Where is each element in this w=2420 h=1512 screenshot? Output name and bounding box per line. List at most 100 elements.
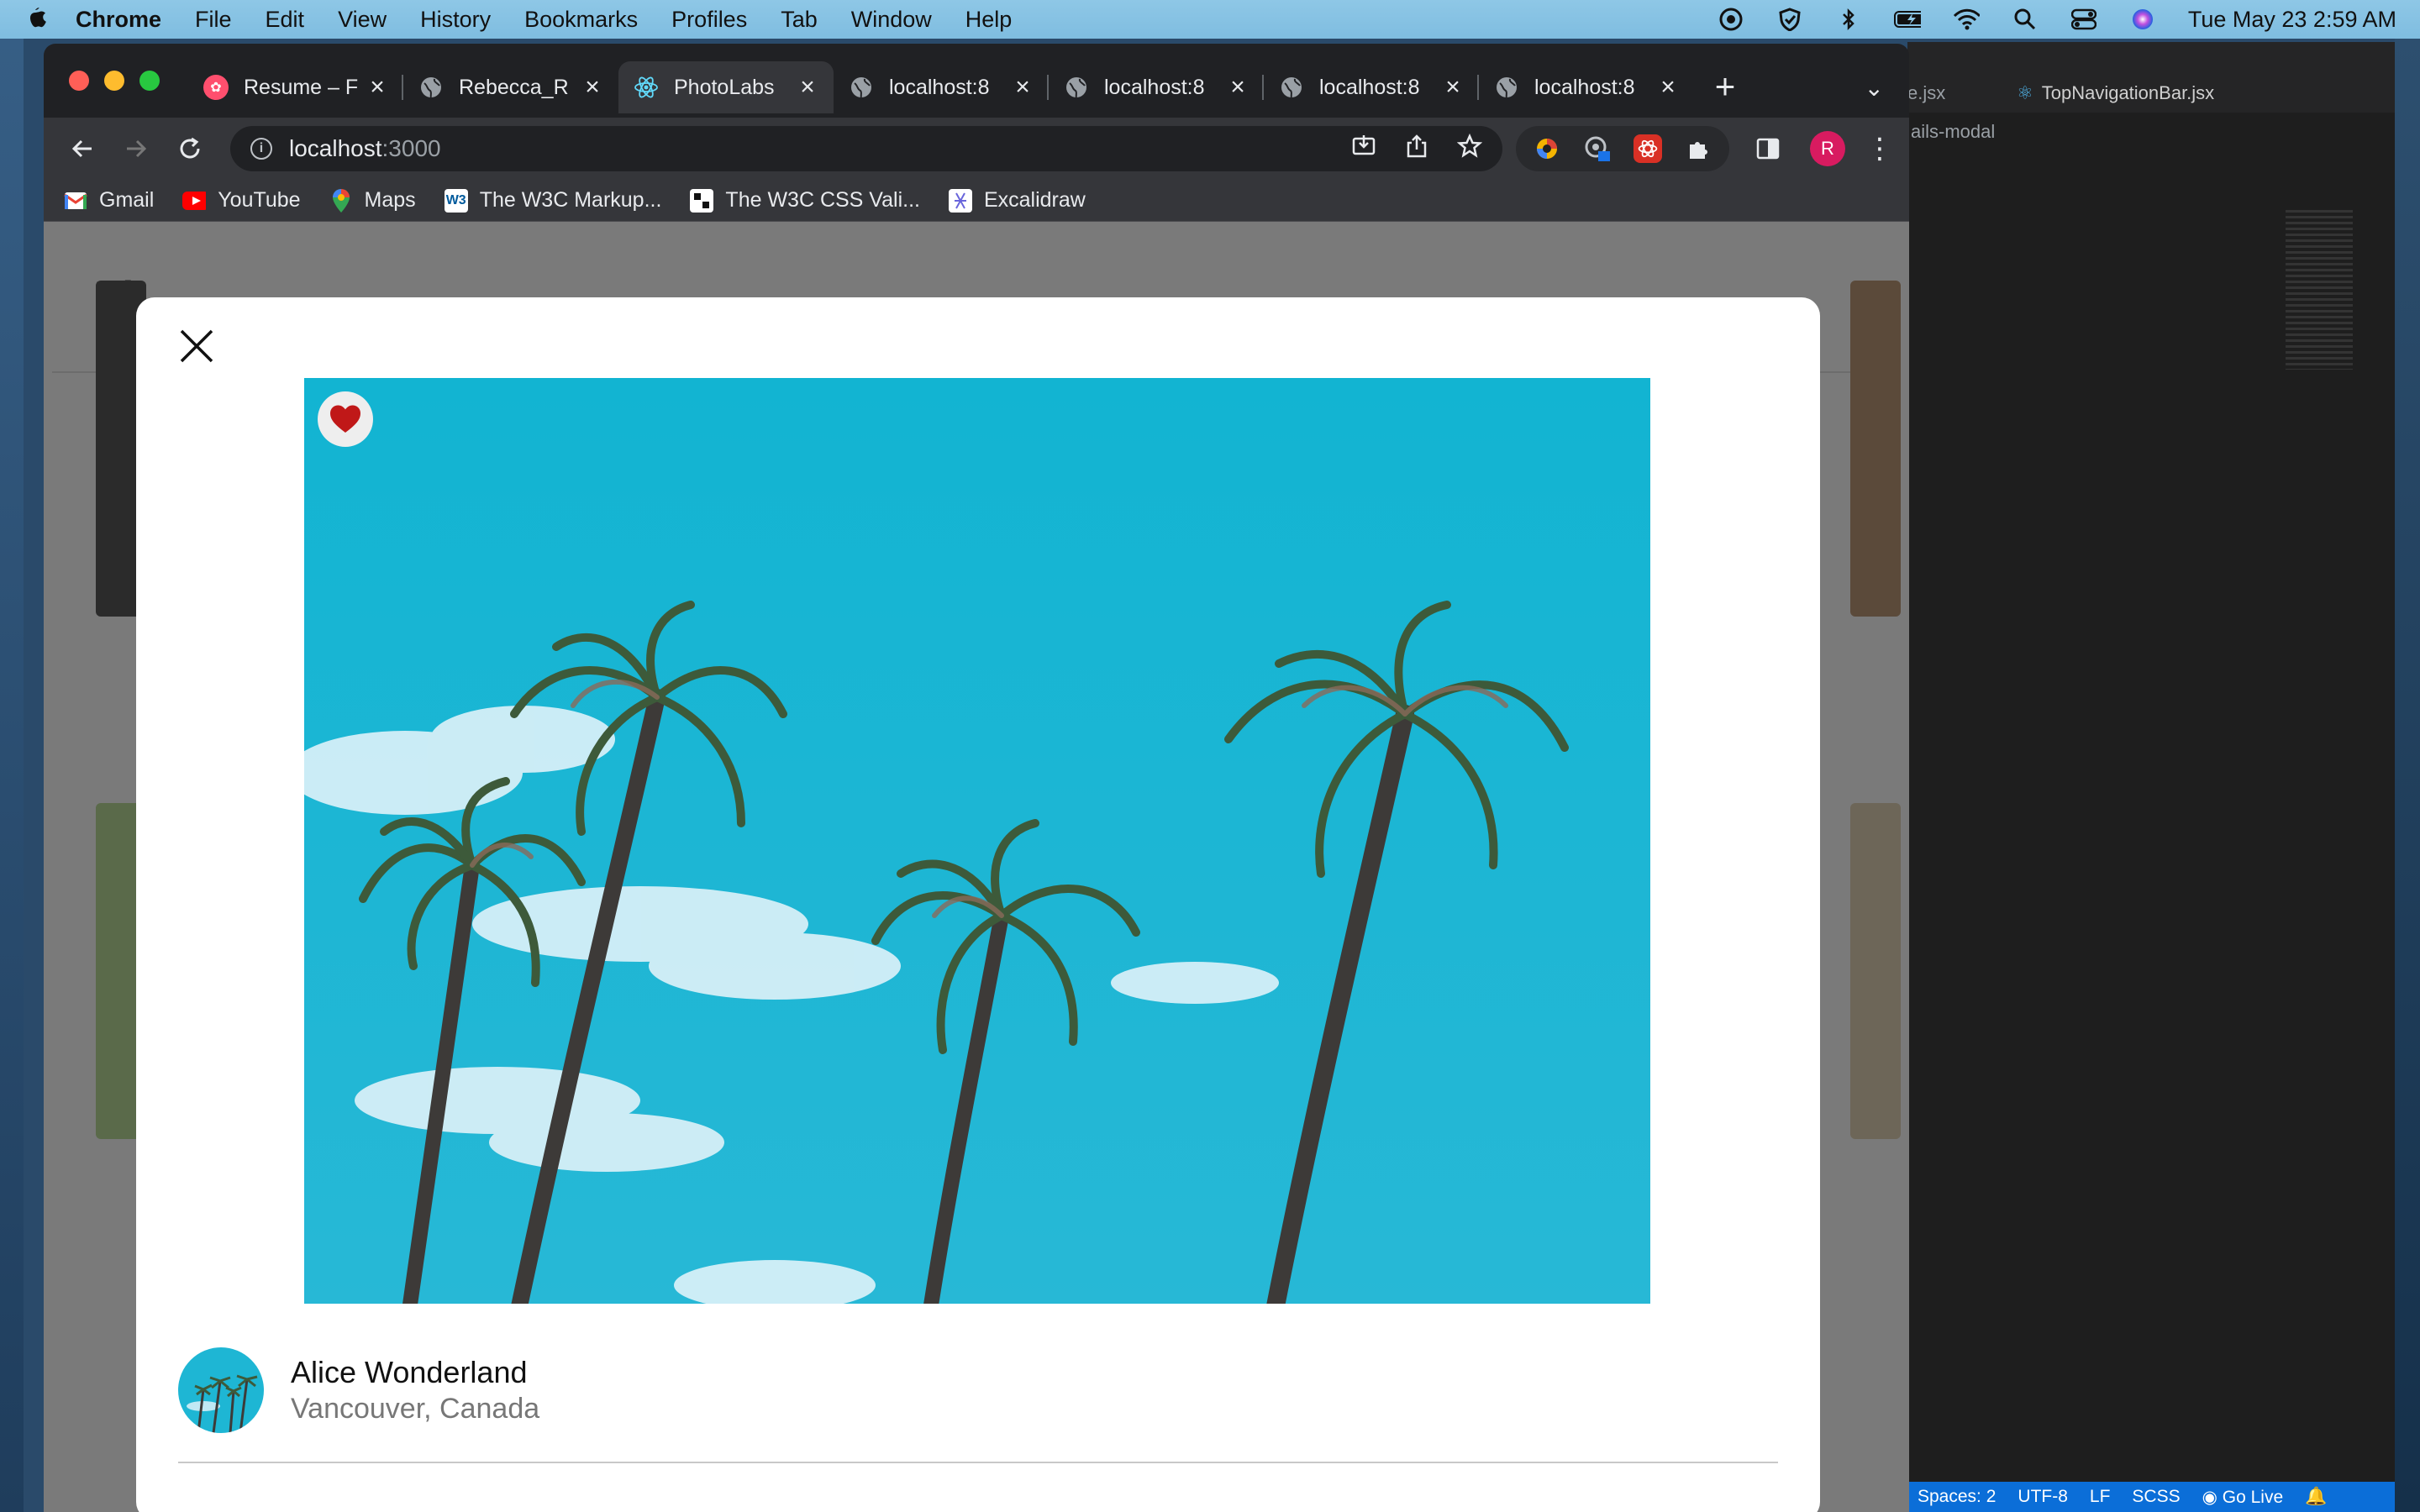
tab-photolabs[interactable]: PhotoLabs × xyxy=(618,61,834,113)
tab-localhost-2[interactable]: localhost:8 × xyxy=(1049,61,1264,113)
tab-close-icon[interactable]: × xyxy=(1227,73,1249,102)
bookmark-label: YouTube xyxy=(218,188,301,212)
tab-strip: ✿ Resume – F × Rebecca_R × PhotoLabs × l… xyxy=(44,44,1909,118)
menu-window[interactable]: Window xyxy=(851,7,932,33)
menubar-clock[interactable]: Tue May 23 2:59 AM xyxy=(2188,7,2396,33)
globe-icon xyxy=(418,75,444,100)
modal-photo[interactable] xyxy=(304,378,1650,1304)
menu-help[interactable]: Help xyxy=(965,7,1013,33)
minimize-window-button[interactable] xyxy=(104,71,124,91)
menu-history[interactable]: History xyxy=(420,7,491,33)
address-bar[interactable]: i localhost:3000 xyxy=(230,126,1502,171)
color-picker-extension-icon[interactable] xyxy=(1533,134,1561,163)
youtube-icon xyxy=(182,189,207,213)
screen-record-icon[interactable] xyxy=(1718,8,1744,31)
menu-app-name[interactable]: Chrome xyxy=(76,7,161,33)
notifications-bell-icon[interactable]: 🔔 xyxy=(2305,1487,2327,1507)
react-file-icon: ⚛ xyxy=(2017,82,2033,103)
new-tab-button[interactable]: + xyxy=(1704,66,1746,108)
spotlight-search-icon[interactable] xyxy=(2012,8,2039,31)
profile-photo-icon xyxy=(178,1347,264,1433)
desktop-wallpaper-right xyxy=(2395,39,2420,1512)
battery-icon[interactable] xyxy=(1893,8,1921,31)
tab-close-icon[interactable]: × xyxy=(581,73,603,102)
puzzle-extensions-icon[interactable] xyxy=(1684,134,1712,163)
bookmark-youtube[interactable]: YouTube xyxy=(182,188,301,213)
bookmark-w3c-markup[interactable]: W3 The W3C Markup... xyxy=(444,188,662,213)
editor-tab-topnav[interactable]: ⚛ TopNavigationBar.jsx xyxy=(1983,74,2231,113)
control-center-icon[interactable] xyxy=(2070,8,2097,31)
status-go-live-label: Go Live xyxy=(2222,1487,2284,1507)
maps-icon xyxy=(329,188,353,213)
status-go-live[interactable]: ◉ Go Live xyxy=(2202,1487,2284,1508)
bookmark-w3c-css[interactable]: The W3C CSS Vali... xyxy=(690,188,920,213)
menu-tab[interactable]: Tab xyxy=(781,7,818,33)
react-devtools-extension-icon[interactable] xyxy=(1634,134,1662,163)
menu-profiles[interactable]: Profiles xyxy=(671,7,747,33)
back-button[interactable] xyxy=(62,129,103,169)
reload-button[interactable] xyxy=(170,129,210,169)
favourite-button[interactable] xyxy=(318,391,373,447)
status-spaces[interactable]: Spaces: 2 xyxy=(1918,1487,1996,1507)
bookmark-label: Maps xyxy=(364,188,416,212)
status-encoding[interactable]: UTF-8 xyxy=(2018,1487,2068,1507)
desktop-wallpaper-left xyxy=(0,39,24,1512)
close-modal-button[interactable] xyxy=(178,328,215,365)
wifi-icon[interactable] xyxy=(1953,8,1980,31)
profile-avatar-button[interactable]: R xyxy=(1810,131,1845,166)
menu-file[interactable]: File xyxy=(195,7,232,33)
editor-tab-partial[interactable]: e.jsx xyxy=(1907,74,1983,113)
tab-label: localhost:8 xyxy=(1319,75,1420,99)
bookmark-maps[interactable]: Maps xyxy=(329,188,416,213)
extensions-area xyxy=(1516,126,1729,171)
forward-button[interactable] xyxy=(116,129,156,169)
bookmark-label: The W3C Markup... xyxy=(479,188,662,212)
bookmark-label: Excalidraw xyxy=(983,188,1086,212)
install-app-icon[interactable] xyxy=(1351,134,1376,165)
vpn-shield-icon[interactable] xyxy=(1776,8,1803,31)
editor-minimap[interactable] xyxy=(2286,210,2353,370)
status-eol[interactable]: LF xyxy=(2090,1487,2111,1507)
devtools-extension-icon[interactable] xyxy=(1583,134,1612,163)
url-host: localhost xyxy=(289,135,382,161)
tab-label: Resume – F xyxy=(244,75,359,99)
photolabs-page: Ph ♥ xyxy=(44,222,1909,1512)
photo-thumbnail[interactable] xyxy=(1850,281,1901,617)
photographer-location: Vancouver, Canada xyxy=(291,1393,540,1425)
menu-bookmarks[interactable]: Bookmarks xyxy=(524,7,638,33)
status-language[interactable]: SCSS xyxy=(2132,1487,2180,1507)
menubar-status-area: Tue May 23 2:59 AM xyxy=(1718,7,2396,33)
close-window-button[interactable] xyxy=(69,71,89,91)
tab-resume[interactable]: ✿ Resume – F × xyxy=(188,61,403,113)
tab-localhost-4[interactable]: localhost:8 × xyxy=(1479,61,1694,113)
bookmark-gmail[interactable]: Gmail xyxy=(64,188,154,213)
tab-close-icon[interactable]: × xyxy=(1012,73,1034,102)
zoom-window-button[interactable] xyxy=(139,71,160,91)
tab-localhost-3[interactable]: localhost:8 × xyxy=(1264,61,1479,113)
tab-localhost-1[interactable]: localhost:8 × xyxy=(834,61,1049,113)
siri-icon[interactable] xyxy=(2129,8,2156,31)
photo-thumbnail[interactable] xyxy=(1850,803,1901,1139)
site-info-icon[interactable]: i xyxy=(250,138,272,160)
tab-search-chevron-icon[interactable]: ⌄ xyxy=(1865,74,1884,102)
share-icon[interactable] xyxy=(1405,134,1428,165)
bluetooth-icon[interactable] xyxy=(1835,8,1862,31)
tab-close-icon[interactable]: × xyxy=(797,73,818,102)
chrome-menu-icon[interactable]: ⋮ xyxy=(1865,132,1894,165)
bookmark-star-icon[interactable] xyxy=(1456,133,1483,165)
macos-menubar: Chrome File Edit View History Bookmarks … xyxy=(0,0,2420,39)
w3c-css-icon xyxy=(690,188,714,213)
apple-icon[interactable] xyxy=(24,6,47,33)
globe-icon xyxy=(849,75,874,100)
photo-details-modal: Alice Wonderland Vancouver, Canada xyxy=(136,297,1820,1512)
tab-close-icon[interactable]: × xyxy=(366,73,388,102)
bookmark-excalidraw[interactable]: Excalidraw xyxy=(948,188,1086,213)
tab-label: PhotoLabs xyxy=(674,75,775,99)
tab-close-icon[interactable]: × xyxy=(1657,73,1679,102)
tab-rebecca[interactable]: Rebecca_R × xyxy=(403,61,618,113)
tab-close-icon[interactable]: × xyxy=(1442,73,1464,102)
side-panel-icon[interactable] xyxy=(1748,129,1788,169)
menu-edit[interactable]: Edit xyxy=(266,7,305,33)
menu-view[interactable]: View xyxy=(338,7,387,33)
tab-label: localhost:8 xyxy=(889,75,990,99)
